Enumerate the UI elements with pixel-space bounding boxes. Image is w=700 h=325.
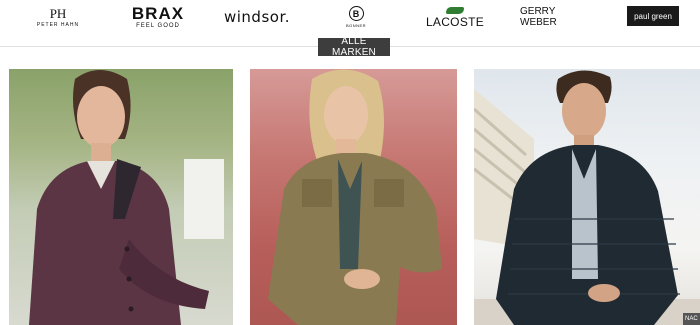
tile-1-button [128,306,134,312]
peter-hahn-wordmark: PETER HAHN [36,21,80,28]
brand-logo-paul-green[interactable]: paul green [627,6,679,26]
tile-3-hand [588,284,620,302]
windsor-wordmark: windsor. [223,8,290,26]
all-brands-button[interactable]: ALLE MARKEN [318,36,390,58]
product-tile-2[interactable] [250,69,457,325]
bonner-circle-icon: B [348,6,364,21]
tile-1-button [124,246,130,252]
brax-wordmark: BRAX [131,3,185,23]
lacoste-wordmark: LACOSTE [425,14,485,29]
tile-2-hand [344,269,380,289]
brand-logo-lacoste[interactable]: LACOSTE [426,0,484,34]
tile-2-pocket [302,179,332,207]
brand-logo-brax[interactable]: BRAX FEEL GOOD [130,0,186,34]
brax-tagline: FEEL GOOD [136,22,180,29]
brand-logo-gerry-weber[interactable]: GERRY WEBER [520,0,586,34]
product-tile-3[interactable] [474,69,700,325]
bonner-wordmark: BONNER [345,23,367,28]
tile-1-face [77,86,125,148]
tile-2-pocket [374,179,404,207]
gerry-weber-wordmark: GERRY WEBER [520,6,557,28]
brand-logo-bonner[interactable]: B BONNER [343,0,369,34]
next-tab[interactable]: NAC [683,313,700,325]
tile-3-face [562,83,606,139]
tile-3-photo [474,70,700,325]
brand-bar: PH PETER HAHN BRAX FEEL GOOD windsor. B … [0,0,700,34]
divider-right [390,46,700,47]
tile-1-button [126,276,132,282]
brand-logo-peter-hahn[interactable]: PH PETER HAHN [28,0,88,34]
paul-green-wordmark: paul green [634,11,672,21]
product-tile-1[interactable] [9,69,233,325]
divider-left [0,46,318,47]
tile-2-face [324,86,368,144]
tile-1-photo [29,70,224,325]
crocodile-icon [446,6,464,14]
tile-1-background-window [184,159,224,239]
bonner-mark: B [352,8,360,19]
brand-logo-windsor[interactable]: windsor. [222,0,292,34]
peter-hahn-monogram: PH [49,5,67,21]
tile-1-jacket [29,161,181,325]
tile-2-photo [268,69,442,325]
